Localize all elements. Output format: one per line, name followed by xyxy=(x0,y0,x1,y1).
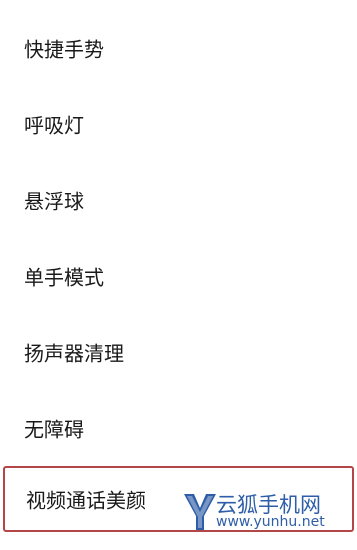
yunhu-logo-icon xyxy=(184,494,216,530)
settings-list: 快捷手势 呼吸灯 悬浮球 单手模式 扬声器清理 无障碍 视频通话美颜 xyxy=(0,0,357,550)
settings-item-label: 悬浮球 xyxy=(24,189,84,214)
settings-item-label: 呼吸灯 xyxy=(24,113,84,138)
settings-item-speaker-cleaning[interactable]: 扬声器清理 xyxy=(0,314,357,390)
watermark: 云狐手机网 www.yunhu.net xyxy=(182,488,352,534)
settings-item-accessibility[interactable]: 无障碍 xyxy=(0,390,357,466)
settings-item-label: 单手模式 xyxy=(24,265,104,290)
settings-item-one-handed-mode[interactable]: 单手模式 xyxy=(0,238,357,314)
settings-item-label: 快捷手势 xyxy=(24,37,104,62)
settings-item-label: 视频通话美颜 xyxy=(26,488,146,513)
settings-item-floating-ball[interactable]: 悬浮球 xyxy=(0,162,357,238)
settings-item-quick-gestures[interactable]: 快捷手势 xyxy=(0,10,357,86)
watermark-url: www.yunhu.net xyxy=(216,514,325,530)
settings-item-label: 无障碍 xyxy=(24,417,84,442)
settings-item-breathing-light[interactable]: 呼吸灯 xyxy=(0,86,357,162)
settings-item-label: 扬声器清理 xyxy=(24,341,124,366)
